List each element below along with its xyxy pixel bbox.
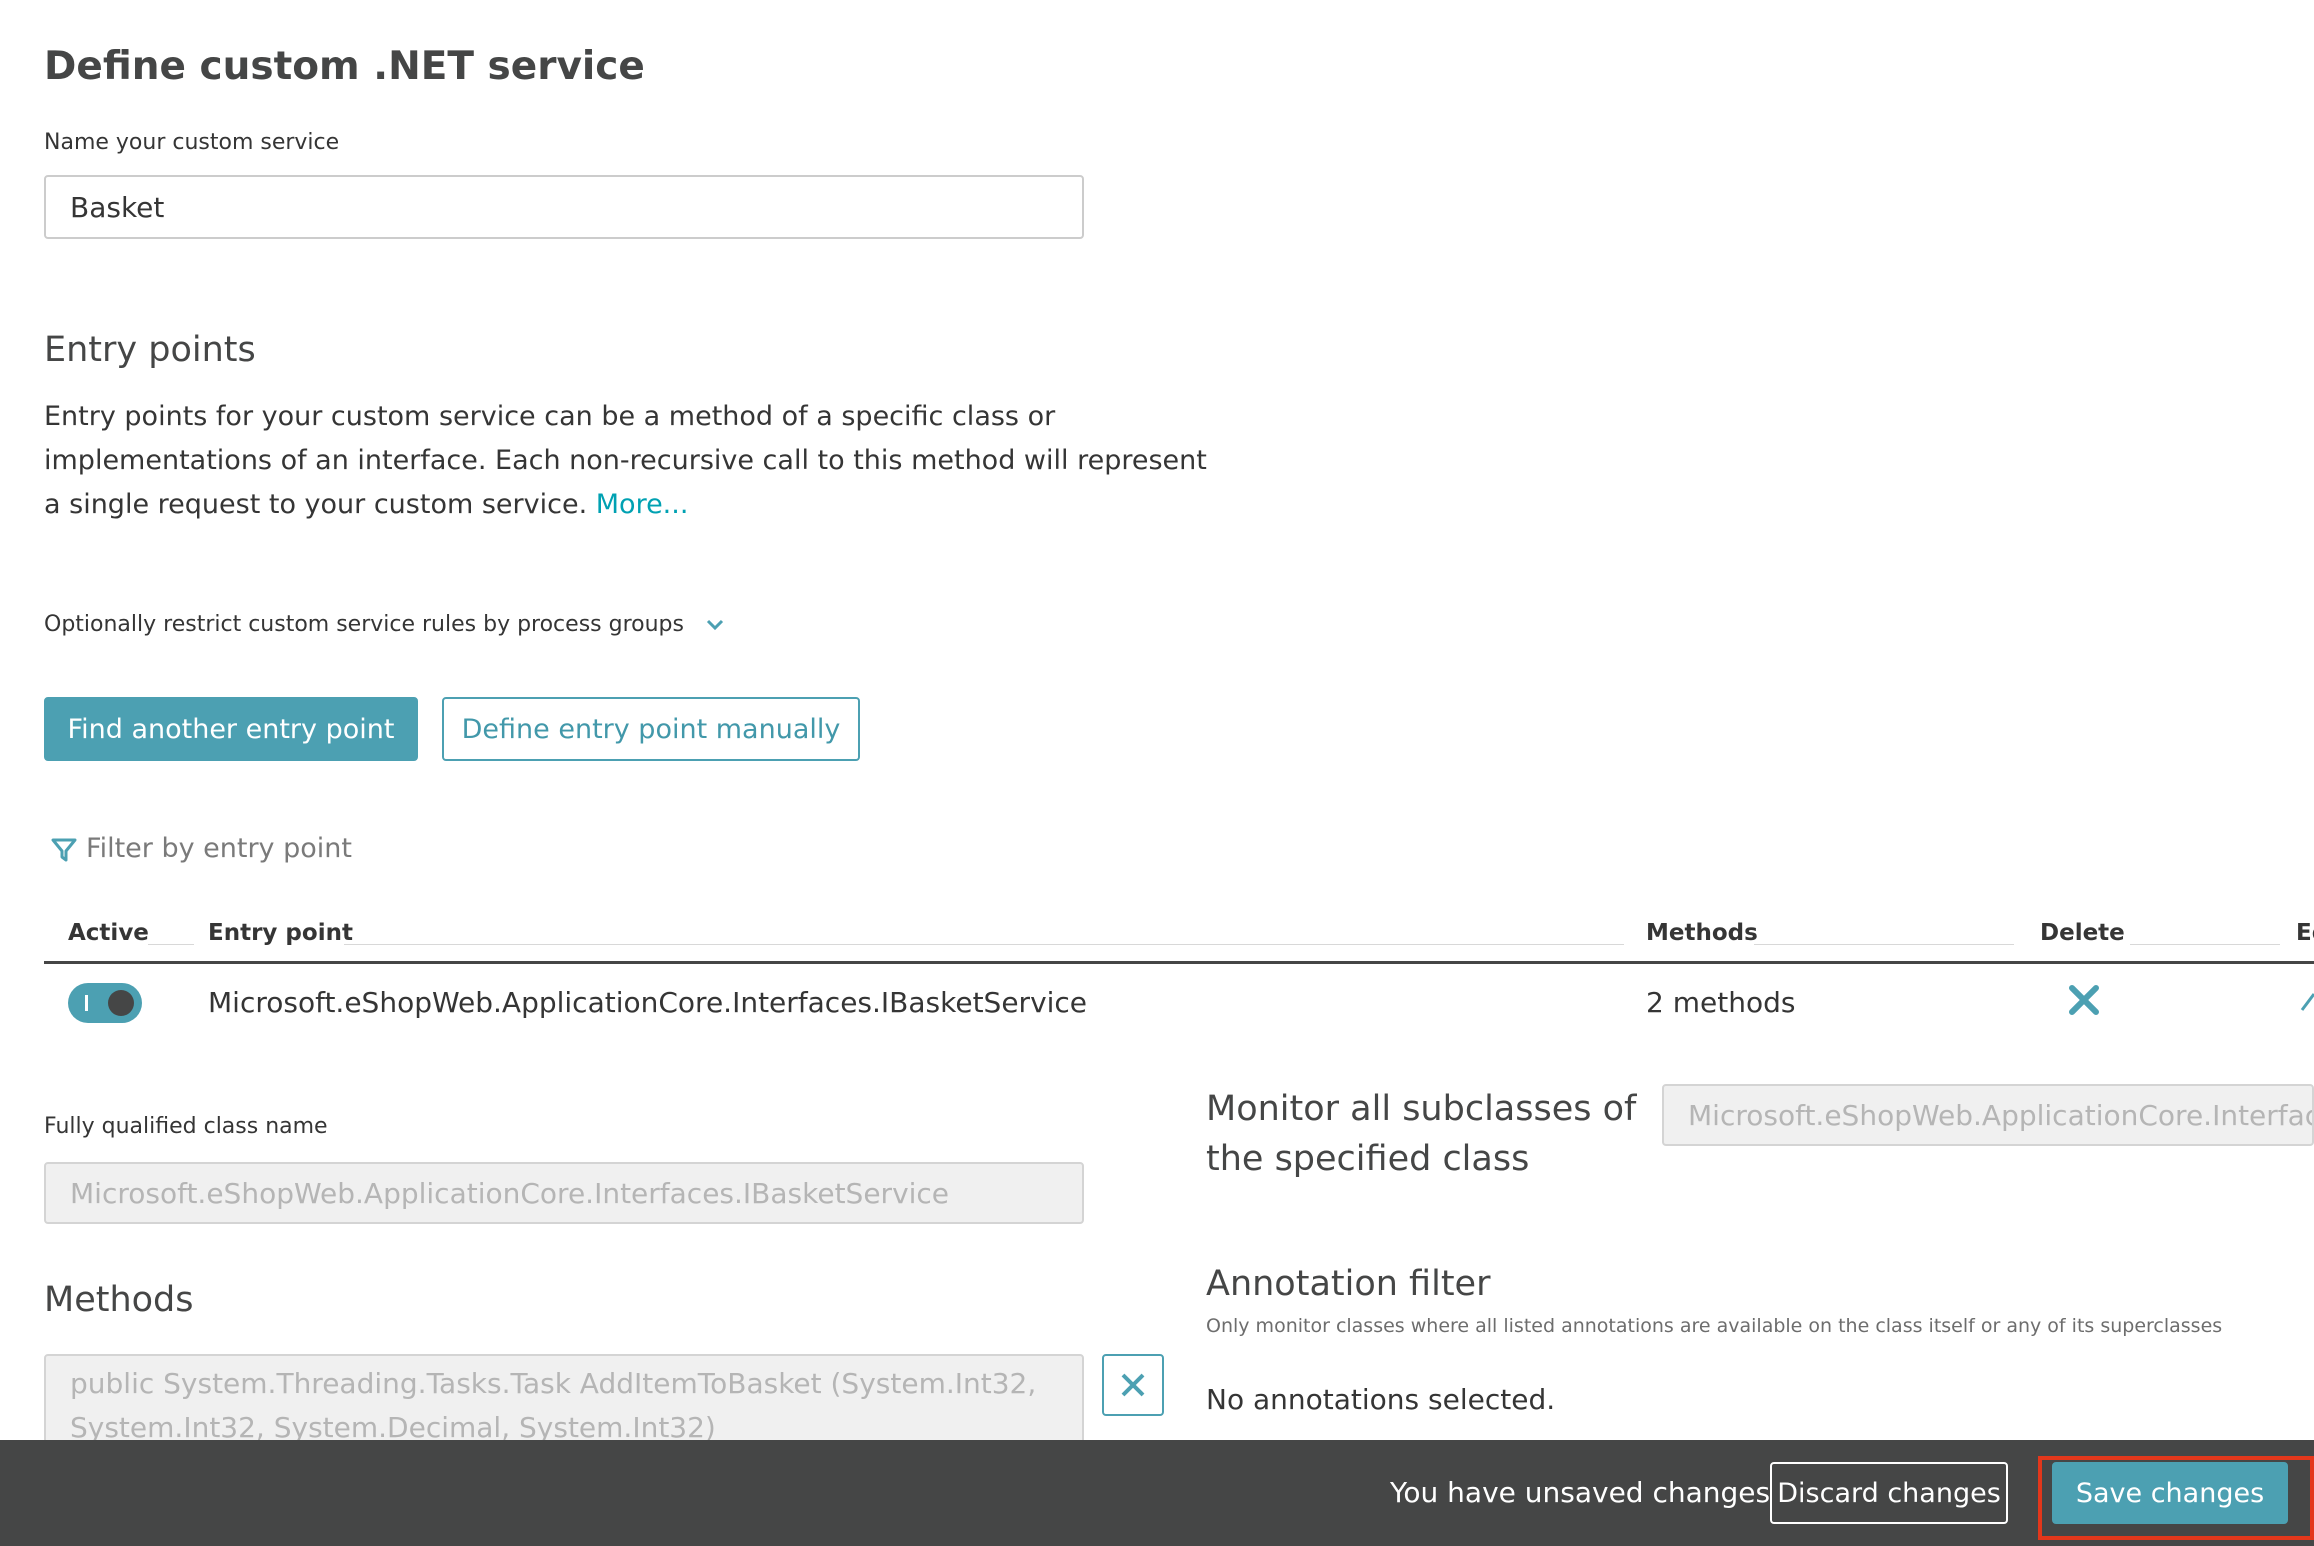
custom-service-page: Define custom .NET service Name your cus…	[0, 0, 2314, 1546]
close-icon	[1121, 1373, 1145, 1397]
annotation-heading: Annotation filter	[1206, 1264, 1491, 1304]
find-entry-point-button[interactable]: Find another entry point	[44, 697, 418, 761]
save-changes-button[interactable]: Save changes	[2052, 1462, 2288, 1524]
subclass-field: Microsoft.eShopWeb.ApplicationCore.Inter…	[1662, 1084, 2314, 1146]
column-header-active: Active	[68, 920, 149, 946]
remove-method-button[interactable]	[1102, 1354, 1164, 1416]
entry-point-cell[interactable]: Microsoft.eShopWeb.ApplicationCore.Inter…	[208, 986, 1087, 1019]
toggle-on-mark	[85, 995, 88, 1011]
column-header-edit: Ed	[2296, 920, 2314, 946]
class-name-field: Microsoft.eShopWeb.ApplicationCore.Inter…	[44, 1162, 1084, 1224]
close-icon[interactable]	[2066, 982, 2102, 1018]
filter-input[interactable]: Filter by entry point	[86, 833, 352, 864]
annotation-empty-text: No annotations selected.	[1206, 1383, 1556, 1416]
name-label: Name your custom service	[44, 130, 340, 155]
table-row: Microsoft.eShopWeb.ApplicationCore.Inter…	[44, 966, 2314, 1046]
class-name-value: Microsoft.eShopWeb.ApplicationCore.Inter…	[70, 1176, 950, 1210]
class-name-label: Fully qualified class name	[44, 1114, 328, 1139]
filter-icon	[50, 836, 78, 864]
methods-cell: 2 methods	[1646, 986, 1796, 1019]
header-divider	[1754, 944, 2014, 945]
service-name-value: Basket	[70, 190, 165, 224]
column-header-entry-point: Entry point	[208, 920, 353, 946]
unsaved-changes-text: You have unsaved changes.	[1390, 1476, 1780, 1509]
subclass-label: Monitor all subclasses of the specified …	[1206, 1089, 1637, 1179]
header-divider	[2130, 944, 2280, 945]
entry-points-description: Entry points for your custom service can…	[44, 395, 1224, 527]
header-divider	[344, 944, 1624, 945]
subclass-value: Microsoft.eShopWeb.ApplicationCore.Inter…	[1688, 1098, 2312, 1132]
define-entry-point-button[interactable]: Define entry point manually	[442, 697, 860, 761]
chevron-down-icon[interactable]	[702, 612, 728, 638]
discard-changes-button[interactable]: Discard changes	[1770, 1462, 2008, 1524]
annotation-note: Only monitor classes where all listed an…	[1206, 1315, 2223, 1337]
unsaved-changes-bar: You have unsaved changes. Discard change…	[0, 1440, 2314, 1546]
header-divider	[148, 944, 194, 945]
restrict-process-groups-label[interactable]: Optionally restrict custom service rules…	[44, 612, 684, 637]
column-header-delete: Delete	[2040, 920, 2125, 946]
page-title: Define custom .NET service	[44, 44, 645, 89]
toggle-knob	[108, 990, 134, 1016]
method-value: public System.Threading.Tasks.Task AddIt…	[70, 1367, 1037, 1444]
method-field: public System.Threading.Tasks.Task AddIt…	[44, 1354, 1084, 1454]
active-toggle[interactable]	[68, 983, 142, 1023]
entry-points-heading: Entry points	[44, 330, 256, 370]
pencil-icon[interactable]	[2300, 986, 2314, 1016]
service-name-input[interactable]: Basket	[44, 175, 1084, 239]
more-link[interactable]: More...	[596, 489, 689, 520]
table-header-rule	[44, 961, 2314, 964]
column-header-methods: Methods	[1646, 920, 1758, 946]
methods-heading: Methods	[44, 1280, 194, 1320]
